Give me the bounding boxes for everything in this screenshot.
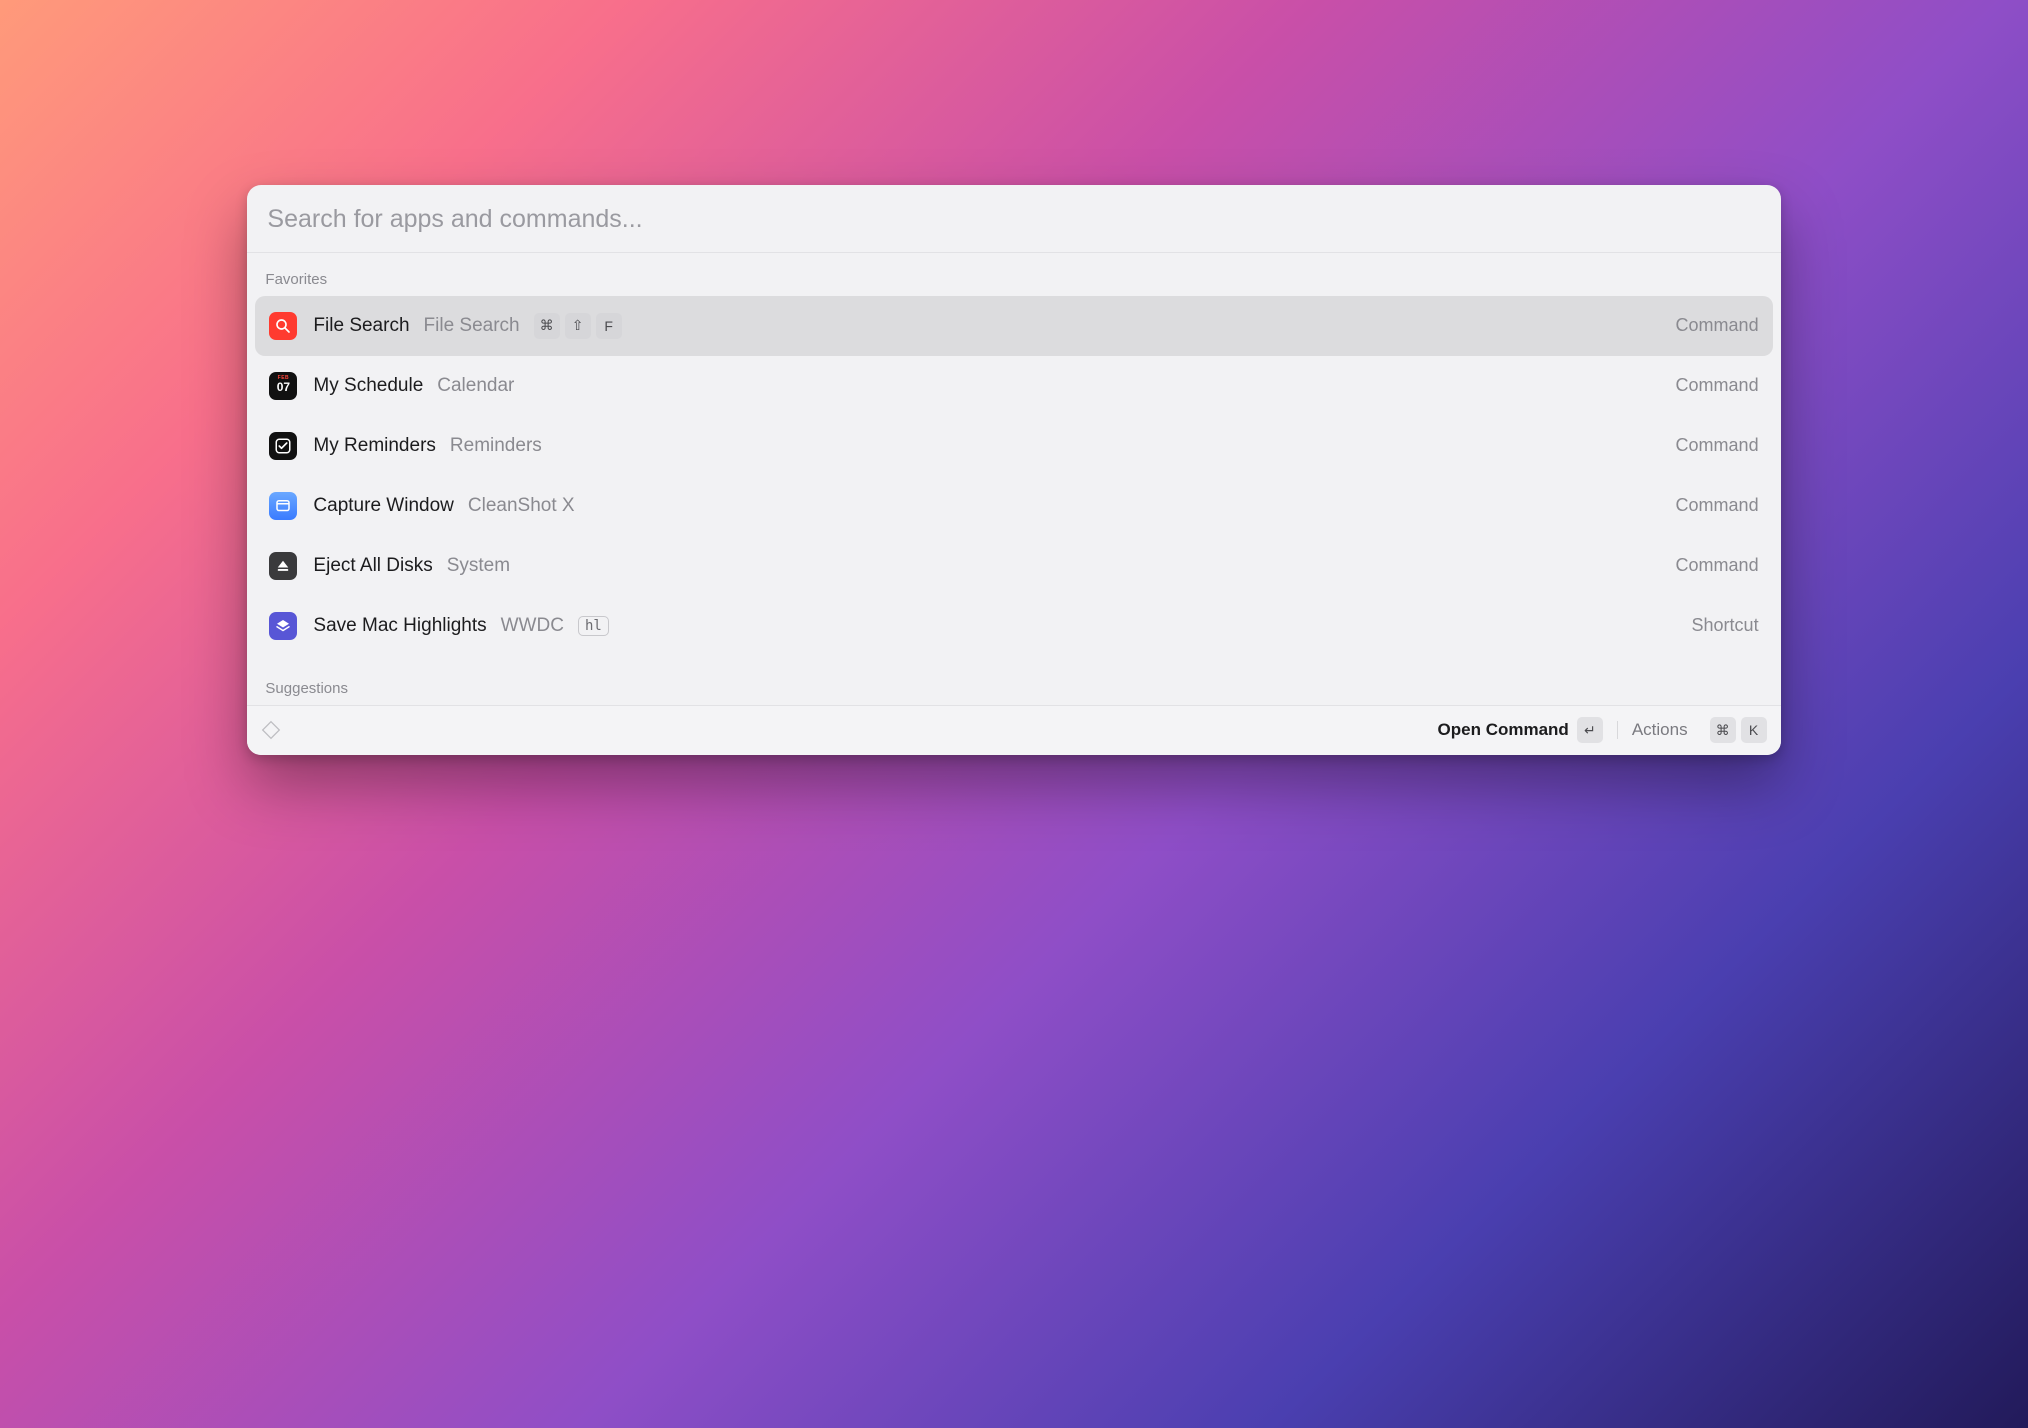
calendar-icon: FEB07 xyxy=(269,372,297,400)
item-title: File Search xyxy=(313,315,409,337)
eject-icon xyxy=(269,552,297,580)
favorites-list: File Search File Search ⌘⇧F Command FEB07 My … xyxy=(247,296,1780,662)
list-item[interactable]: FEB07 My Schedule Calendar Command xyxy=(255,356,1772,416)
item-title: My Schedule xyxy=(313,375,423,397)
item-type: Command xyxy=(1676,375,1759,396)
key-cap: ⌘ xyxy=(1710,717,1736,743)
key-cap: ⇧ xyxy=(565,313,591,339)
key-cap: ⌘ xyxy=(534,313,560,339)
check-icon xyxy=(269,432,297,460)
footer-primary-action[interactable]: Open Command xyxy=(1438,720,1569,740)
footer-bar: Open Command ↵ Actions ⌘K xyxy=(247,705,1780,755)
item-type: Command xyxy=(1676,315,1759,336)
item-subtitle: Calendar xyxy=(437,375,514,397)
raycast-logo-icon xyxy=(261,720,281,740)
search-icon xyxy=(269,312,297,340)
desktop-background: Favorites File SearchFile Search⌘⇧FComma… xyxy=(0,0,2028,1428)
footer-separator xyxy=(1617,721,1618,739)
list-item[interactable]: Save Mac Highlights WWDC hl Shortcut xyxy=(255,596,1772,656)
item-badge: hl xyxy=(578,616,609,636)
list-item[interactable]: My Reminders Reminders Command xyxy=(255,416,1772,476)
key-cap: F xyxy=(596,313,622,339)
item-title: Eject All Disks xyxy=(313,555,432,577)
item-subtitle: File Search xyxy=(424,315,520,337)
item-subtitle: System xyxy=(447,555,510,577)
window-icon xyxy=(269,492,297,520)
calendar-day: 07 xyxy=(277,381,290,394)
item-subtitle: CleanShot X xyxy=(468,495,575,517)
item-title: My Reminders xyxy=(313,435,435,457)
list-item[interactable]: Capture Window CleanShot X Command xyxy=(255,476,1772,536)
list-item[interactable]: Eject All Disks System Command xyxy=(255,536,1772,596)
item-type: Command xyxy=(1676,435,1759,456)
section-header-suggestions: Suggestions xyxy=(247,662,1780,705)
item-type: Shortcut xyxy=(1692,615,1759,636)
enter-key-icon: ↵ xyxy=(1577,717,1603,743)
footer-actions-keys: ⌘K xyxy=(1710,717,1767,743)
item-subtitle: Reminders xyxy=(450,435,542,457)
layers-icon xyxy=(269,612,297,640)
item-shortcut: ⌘⇧F xyxy=(534,313,622,339)
command-palette: Favorites File SearchFile Search⌘⇧FComma… xyxy=(247,185,1780,755)
key-cap: K xyxy=(1741,717,1767,743)
footer-actions-button[interactable]: Actions xyxy=(1632,720,1688,740)
item-type: Command xyxy=(1676,495,1759,516)
item-title: Save Mac Highlights xyxy=(313,615,486,637)
search-input[interactable] xyxy=(267,205,1760,234)
section-header-favorites: Favorites xyxy=(247,253,1780,296)
list-item[interactable]: File Search File Search ⌘⇧F Command xyxy=(255,296,1772,356)
item-title: Capture Window xyxy=(313,495,453,517)
search-row xyxy=(247,185,1780,253)
item-type: Command xyxy=(1676,555,1759,576)
item-subtitle: WWDC xyxy=(501,615,564,637)
